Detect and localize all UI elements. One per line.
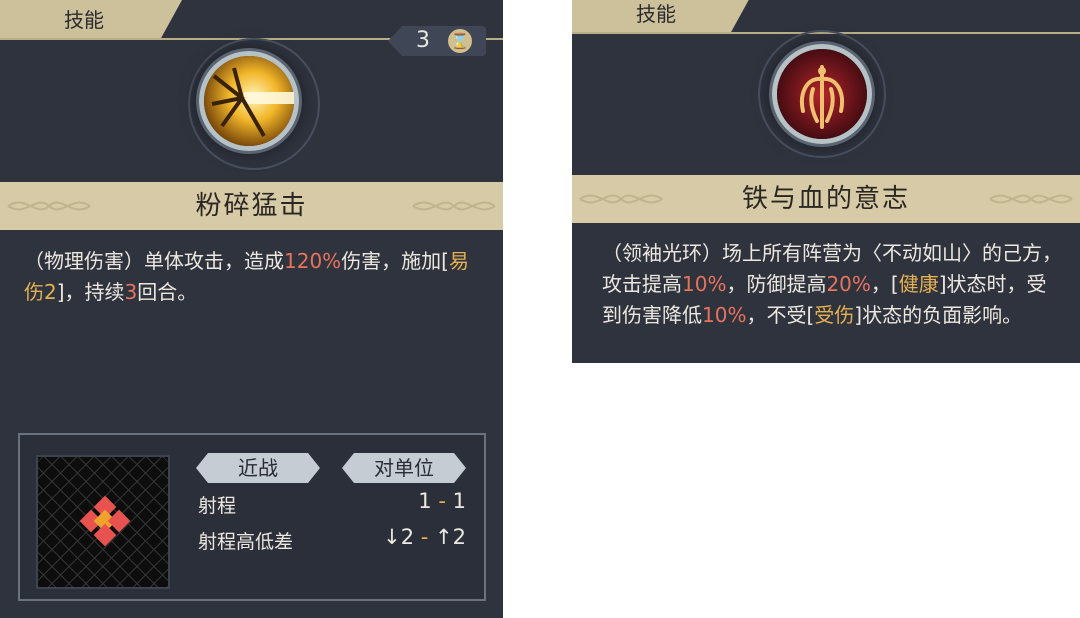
knot-ornament-icon — [7, 201, 91, 211]
cooldown-value: 3 — [416, 28, 430, 53]
status-keyword-injured[interactable]: 受伤 — [814, 303, 854, 327]
duration-value: 3 — [124, 280, 138, 304]
skill-card-right: 技能 铁与血的意志 （领袖光环）场上所有阵营为〈不动如山〉的己方，攻击提高10% — [572, 0, 1080, 363]
height-diff-label: 射程高低差 — [198, 531, 294, 553]
skill-name: 粉碎猛击 — [195, 191, 308, 221]
skill-description: （物理伤害）单体攻击，造成120%伤害，施加[易伤2]，持续3回合。 — [24, 249, 469, 304]
skill-description: （领袖光环）场上所有阵营为〈不动如山〉的己方，攻击提高10%，防御提高20%，[… — [602, 241, 1062, 327]
iron-blood-emblem-icon — [772, 44, 872, 144]
damage-value: 120% — [284, 249, 342, 273]
height-diff-value: ↓2 - ↑2 — [383, 525, 466, 549]
range-value: 1 - 1 — [418, 489, 466, 513]
range-grid-preview — [36, 455, 170, 589]
knot-ornament-icon — [412, 201, 496, 211]
skill-card-left: 技能 3 ⌛ 粉碎猛击 （物理伤害）单体攻击，造成120%伤害，施加[易伤2]，… — [0, 0, 503, 618]
skill-name-banner: 铁与血的意志 — [572, 175, 1080, 223]
target-type-tag: 对单位 — [342, 453, 466, 483]
defense-bonus-value: 20% — [826, 272, 871, 296]
knot-ornament-icon — [989, 194, 1073, 204]
attack-type-tag: 近战 — [196, 453, 320, 483]
status-keyword-healthy[interactable]: 健康 — [899, 272, 939, 296]
hourglass-icon: ⌛ — [448, 29, 472, 53]
tab-skill[interactable]: 技能 — [572, 0, 752, 34]
range-label: 射程 — [198, 495, 237, 517]
range-info-box: 近战 对单位 射程 1 - 1 射程高低差 ↓2 - ↑2 — [18, 433, 486, 601]
skill-name-banner: 粉碎猛击 — [0, 182, 503, 230]
damage-reduction-value: 10% — [702, 303, 747, 327]
shatter-strike-icon — [199, 51, 299, 151]
attack-bonus-value: 10% — [682, 272, 727, 296]
cooldown-badge: 3 ⌛ — [388, 26, 486, 56]
tab-skill[interactable]: 技能 — [0, 0, 182, 40]
knot-ornament-icon — [579, 194, 663, 204]
skill-name: 铁与血的意志 — [741, 184, 910, 214]
